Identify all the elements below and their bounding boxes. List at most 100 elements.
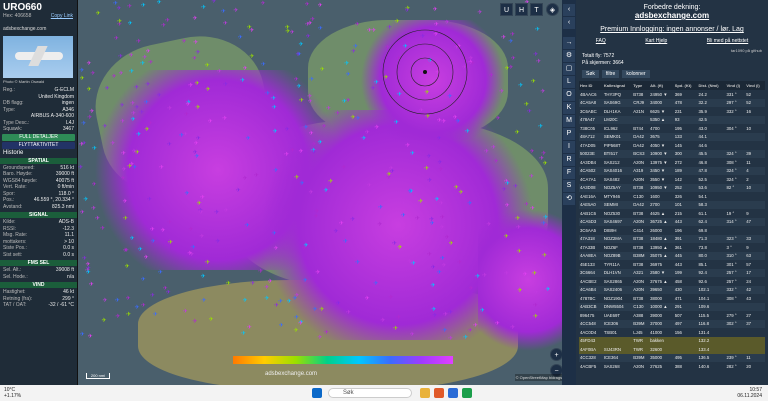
- aircraft-marker[interactable]: ✈: [394, 120, 399, 126]
- aircraft-marker[interactable]: ✈: [102, 124, 107, 130]
- aircraft-marker[interactable]: ✈: [274, 246, 279, 252]
- aircraft-marker[interactable]: ✈: [473, 323, 478, 329]
- aircraft-marker[interactable]: ✈: [119, 103, 124, 109]
- aircraft-marker[interactable]: ✈: [261, 62, 266, 68]
- aircraft-marker[interactable]: ✈: [326, 106, 331, 112]
- aircraft-marker[interactable]: ✈: [367, 28, 372, 34]
- aircraft-marker[interactable]: ✈: [141, 3, 146, 9]
- aircraft-marker[interactable]: ✈: [102, 318, 107, 324]
- aircraft-marker[interactable]: ✈: [431, 307, 436, 313]
- aircraft-marker[interactable]: ✈: [459, 190, 464, 196]
- aircraft-marker[interactable]: ✈: [151, 239, 156, 245]
- join-link[interactable]: Bli med på nettstet: [707, 38, 748, 44]
- aircraft-marker[interactable]: ✈: [102, 298, 107, 304]
- aircraft-marker[interactable]: ✈: [222, 116, 227, 122]
- aircraft-marker[interactable]: ✈: [188, 83, 193, 89]
- table-row[interactable]: 3C6664 DLH1VN A321 2580 ▼ 199 92.4 257 ° 17: [579, 268, 765, 277]
- aircraft-marker[interactable]: ✈: [81, 121, 86, 127]
- aircraft-marker[interactable]: ✈: [294, 175, 299, 181]
- faq-link[interactable]: FAQ: [596, 38, 606, 44]
- aircraft-marker[interactable]: ✈: [524, 202, 529, 208]
- aircraft-marker[interactable]: ✈: [468, 286, 473, 292]
- column-header[interactable]: Spd. (Kt): [673, 81, 698, 90]
- aircraft-marker[interactable]: ✈: [467, 201, 472, 207]
- filter-p-icon[interactable]: P: [563, 128, 575, 140]
- flight-activity-button[interactable]: FLYTTAKTIVITET: [2, 141, 75, 149]
- table-row[interactable]: 896475 UAE69T A388 39000 507 115.5 279 ° 27: [579, 311, 765, 320]
- aircraft-marker[interactable]: ✈: [130, 236, 135, 242]
- aircraft-marker[interactable]: ✈: [424, 166, 429, 172]
- system-clock[interactable]: 10:57 06.11.2024: [737, 387, 762, 399]
- aircraft-marker[interactable]: ✈: [308, 190, 313, 196]
- aircraft-marker[interactable]: ✈: [320, 67, 325, 73]
- aircraft-marker[interactable]: ✈: [144, 255, 149, 261]
- column-header[interactable]: Alt. (ft): [649, 81, 674, 90]
- aircraft-marker[interactable]: ✈: [393, 326, 398, 332]
- aircraft-marker[interactable]: ✈: [243, 298, 248, 304]
- aircraft-marker[interactable]: ✈: [344, 61, 349, 67]
- aircraft-marker[interactable]: ✈: [482, 273, 487, 279]
- aircraft-marker[interactable]: ✈: [240, 78, 245, 84]
- aircraft-marker[interactable]: ✈: [355, 260, 360, 266]
- aircraft-marker[interactable]: ✈: [136, 39, 141, 45]
- aircraft-marker[interactable]: ✈: [318, 26, 323, 32]
- copy-link[interactable]: Copy Link: [51, 13, 73, 19]
- app-icon[interactable]: [448, 388, 458, 398]
- table-row[interactable]: 4787BC NOZ1904 B738 38000 471 104.1 308 ° 43: [579, 294, 765, 303]
- table-row[interactable]: 45FD43 TWR bakken 132.2: [579, 336, 765, 345]
- column-header[interactable]: Vind (l): [725, 81, 746, 90]
- aircraft-marker[interactable]: ✈: [87, 61, 92, 67]
- aircraft-marker[interactable]: ✈: [437, 136, 442, 142]
- aircraft-marker[interactable]: ✈: [427, 252, 432, 258]
- aircraft-marker[interactable]: ✈: [211, 0, 216, 5]
- aircraft-marker[interactable]: ✈: [80, 76, 85, 82]
- aircraft-marker[interactable]: ✈: [205, 87, 210, 93]
- aircraft-marker[interactable]: ✈: [294, 293, 299, 299]
- aircraft-marker[interactable]: ✈: [533, 52, 538, 58]
- filter-k-icon[interactable]: K: [563, 102, 575, 114]
- aircraft-marker[interactable]: ✈: [489, 73, 494, 79]
- table-row[interactable]: 4AE5A0 SEMMI DA42 2700 101 58.3: [579, 200, 765, 209]
- aircraft-marker[interactable]: ✈: [494, 159, 499, 165]
- tab-filters[interactable]: filtre: [601, 70, 620, 78]
- aircraft-marker[interactable]: ✈: [297, 84, 302, 90]
- aircraft-marker[interactable]: ✈: [531, 79, 536, 85]
- aircraft-marker[interactable]: ✈: [199, 234, 204, 240]
- table-row[interactable]: 4A3D08 NOZ5AY B738 10950 ▼ 252 53.6 82 ° 10: [579, 183, 765, 192]
- aircraft-marker[interactable]: ✈: [437, 118, 442, 124]
- aircraft-marker[interactable]: ✈: [128, 21, 133, 27]
- aircraft-marker[interactable]: ✈: [536, 59, 541, 65]
- aircraft-marker[interactable]: ✈: [374, 125, 379, 131]
- aircraft-marker[interactable]: ✈: [371, 28, 376, 34]
- aircraft-marker[interactable]: ✈: [205, 63, 210, 69]
- aircraft-marker[interactable]: ✈: [148, 60, 153, 66]
- aircraft-marker[interactable]: ✈: [126, 296, 131, 302]
- aircraft-marker[interactable]: ✈: [309, 77, 314, 83]
- aircraft-marker[interactable]: ✈: [448, 310, 453, 316]
- aircraft-marker[interactable]: ✈: [193, 16, 198, 22]
- table-row[interactable]: 47AD05 PIP568T DA42 4050 ▼ 145 44.6: [579, 141, 765, 150]
- aircraft-marker[interactable]: ✈: [233, 8, 238, 14]
- aircraft-marker[interactable]: ✈: [161, 23, 166, 29]
- aircraft-marker[interactable]: ✈: [271, 96, 276, 102]
- table-row[interactable]: 478A47 LM20C 5350 ▲ 93 42.5: [579, 115, 765, 124]
- aircraft-marker[interactable]: ✈: [147, 197, 152, 203]
- table-row[interactable]: 4CC328 ICE364 B39M 35000 495 136.5 239 ° 11: [579, 353, 765, 362]
- aircraft-marker[interactable]: ✈: [145, 127, 150, 133]
- aircraft-marker[interactable]: ✈: [100, 226, 105, 232]
- chevron-left-2-icon[interactable]: ‹: [563, 17, 575, 29]
- aircraft-marker[interactable]: ✈: [456, 119, 461, 125]
- aircraft-marker[interactable]: ✈: [201, 274, 206, 280]
- aircraft-marker[interactable]: ✈: [401, 213, 406, 219]
- aircraft-marker[interactable]: ✈: [160, 228, 165, 234]
- aircraft-marker[interactable]: ✈: [510, 32, 515, 38]
- aircraft-marker[interactable]: ✈: [201, 5, 206, 11]
- aircraft-marker[interactable]: ✈: [121, 151, 126, 157]
- aircraft-marker[interactable]: ✈: [314, 209, 319, 215]
- aircraft-marker[interactable]: ✈: [285, 127, 290, 133]
- aircraft-marker[interactable]: ✈: [449, 241, 454, 247]
- aircraft-marker[interactable]: ✈: [543, 161, 548, 167]
- table-row[interactable]: 4A3DB4 SAS212 A20N 13975 ▼ 272 46.8 308 ° 11: [579, 158, 765, 167]
- aircraft-marker[interactable]: ✈: [501, 35, 506, 41]
- aircraft-marker[interactable]: ✈: [182, 39, 187, 45]
